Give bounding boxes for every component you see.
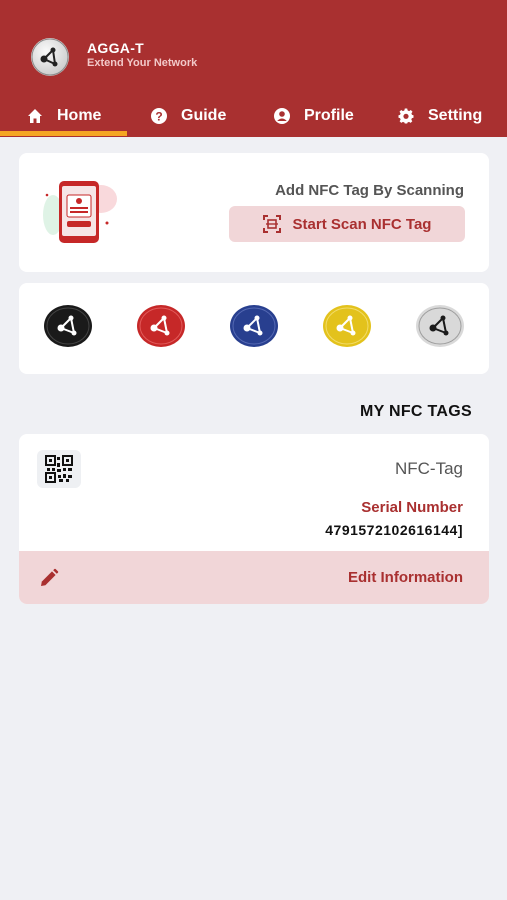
scan-card: Add NFC Tag By Scanning Start Scan NFC T… — [19, 153, 489, 272]
tab-guide[interactable]: ? Guide — [151, 95, 226, 137]
tab-label: Home — [57, 107, 102, 124]
coin-black-option[interactable] — [43, 304, 93, 348]
coin-yellow-option[interactable] — [322, 304, 372, 348]
nfc-tag-card[interactable]: NFC-Tag Serial Number 4791572102616144] … — [19, 434, 489, 604]
home-icon — [28, 109, 42, 123]
app-title: AGGA-T — [87, 40, 145, 56]
start-scan-button[interactable]: Start Scan NFC Tag — [229, 206, 465, 242]
tag-name: NFC-Tag — [394, 459, 463, 478]
question-circle-icon: ? — [151, 108, 167, 124]
serial-number-value: 4791572102616144] — [325, 522, 463, 538]
scan-frame-icon — [262, 215, 281, 233]
tab-label: Profile — [304, 107, 354, 124]
coin-blue-option[interactable] — [229, 304, 279, 348]
coin-silver-option[interactable] — [415, 304, 465, 348]
tab-label: Guide — [181, 107, 227, 124]
tab-setting[interactable]: Setting — [398, 95, 482, 137]
svg-text:?: ? — [155, 110, 162, 124]
edit-information-button[interactable]: Edit Information — [19, 551, 489, 604]
scan-title: Add NFC Tag By Scanning — [275, 182, 464, 199]
serial-number-label: Serial Number — [361, 499, 463, 516]
pencil-icon — [41, 568, 59, 586]
tag-style-picker — [19, 283, 489, 374]
app-header: AGGA-T Extend Your Network Home ? Guide … — [0, 0, 507, 137]
edit-information-label: Edit Information — [348, 569, 463, 586]
active-tab-indicator — [0, 131, 127, 136]
my-nfc-tags-heading: MY NFC TAGS — [359, 403, 472, 420]
qr-code-icon — [37, 450, 81, 488]
nfc-phone-illustration — [43, 181, 117, 243]
start-scan-label: Start Scan NFC Tag — [292, 215, 432, 233]
coin-red-option[interactable] — [136, 304, 186, 348]
user-circle-icon — [274, 108, 290, 124]
gear-icon — [398, 108, 414, 124]
share-nodes-icon — [31, 38, 69, 76]
app-subtitle: Extend Your Network — [87, 57, 198, 69]
tab-label: Setting — [428, 107, 483, 124]
tab-profile[interactable]: Profile — [274, 95, 354, 137]
